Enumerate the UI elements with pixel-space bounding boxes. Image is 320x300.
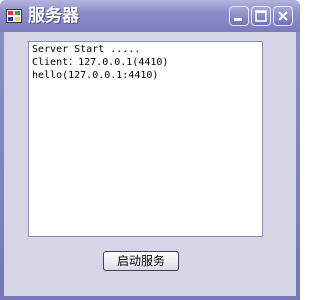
log-line: Server Start ..... bbox=[32, 44, 141, 55]
minimize-icon bbox=[234, 18, 242, 21]
server-window: 服务器 Server Start ..... Client：127.0.0.1(4… bbox=[0, 0, 300, 300]
maximize-button[interactable] bbox=[251, 6, 271, 26]
maximize-icon bbox=[255, 10, 267, 22]
client-area: Server Start ..... Client：127.0.0.1(4410)… bbox=[4, 32, 296, 296]
log-line: hello(127.0.0.1:4410) bbox=[32, 70, 159, 81]
title-bar[interactable]: 服务器 bbox=[0, 0, 300, 32]
app-window-icon[interactable] bbox=[6, 9, 22, 23]
log-line: Client：127.0.0.1(4410) bbox=[32, 57, 169, 68]
close-button[interactable] bbox=[273, 6, 293, 26]
window-title: 服务器 bbox=[28, 6, 79, 26]
log-textbox[interactable]: Server Start ..... Client：127.0.0.1(4410)… bbox=[28, 41, 263, 237]
start-service-button[interactable]: 启动服务 bbox=[103, 251, 179, 271]
minimize-button[interactable] bbox=[229, 6, 249, 26]
close-icon bbox=[278, 11, 288, 21]
